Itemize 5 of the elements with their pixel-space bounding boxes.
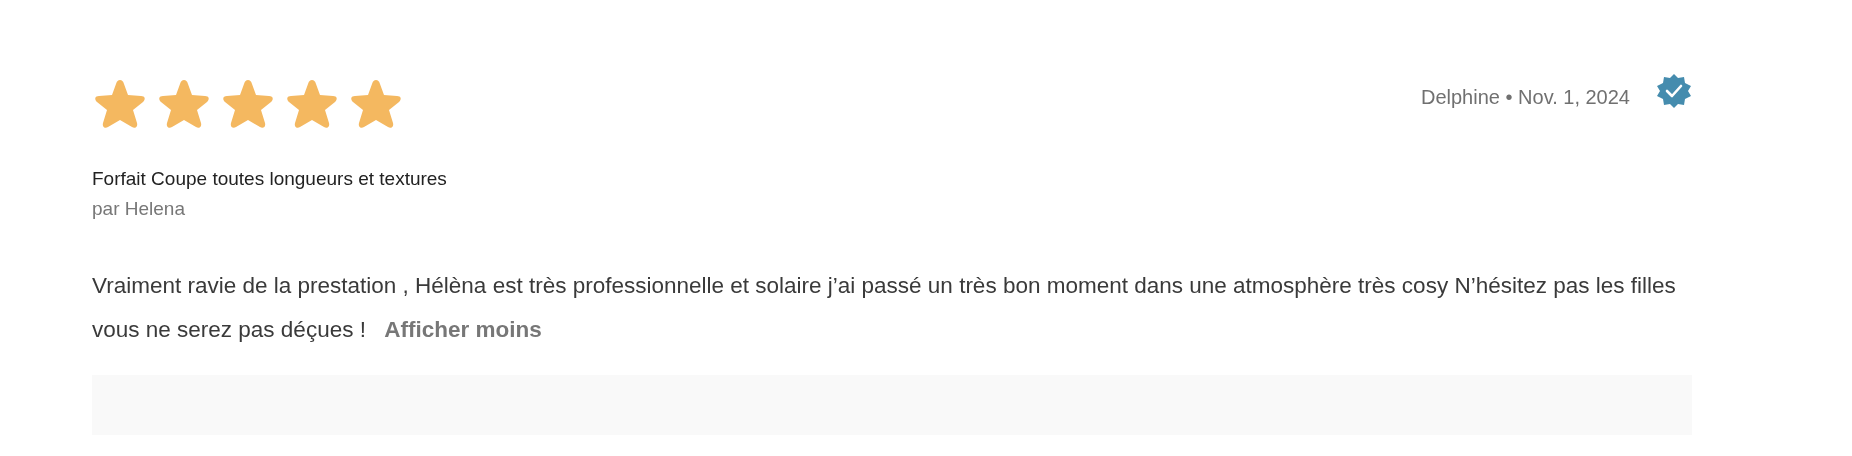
service-name: Forfait Coupe toutes longueurs et textures [92, 168, 448, 190]
show-less-link[interactable]: Afficher moins [384, 317, 542, 342]
review-meta: Delphine • Nov. 1, 2024 [1420, 86, 1630, 109]
staff-name: par Helena [92, 198, 186, 220]
review-text: Vraiment ravie de la prestation , Hélèna est très professionnelle et solaire j’ai passé un très bon moment dans une atmosphère très cosy N’hésitez pas les filles vous ne serez pas déçues ! Afficher moins [92, 272, 1677, 344]
